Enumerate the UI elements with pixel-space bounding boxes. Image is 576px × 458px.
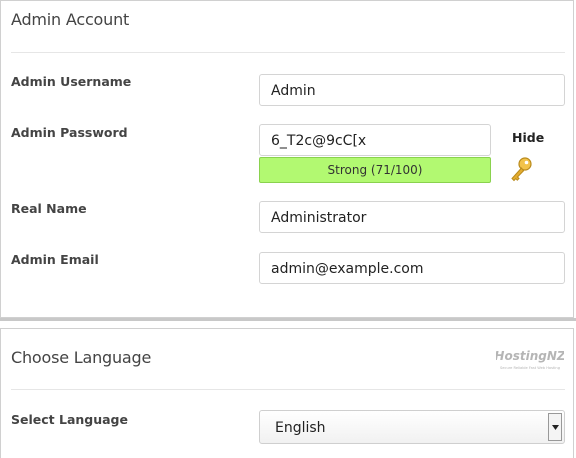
admin-email-input[interactable]: admin@example.com — [259, 252, 565, 284]
admin-account-title: Admin Account — [11, 10, 130, 29]
password-strength-meter: Strong (71/100) — [259, 157, 491, 183]
hide-password-toggle[interactable]: Hide — [512, 130, 544, 145]
dropdown-arrow-icon[interactable] — [548, 413, 562, 441]
choose-language-divider — [11, 389, 565, 390]
real-name-label: Real Name — [11, 201, 87, 216]
svg-text:HostingNZ: HostingNZ — [496, 349, 564, 363]
admin-account-divider — [11, 52, 565, 53]
language-select-value: English — [275, 420, 326, 436]
real-name-input[interactable]: Administrator — [259, 201, 565, 233]
key-icon[interactable] — [508, 156, 534, 184]
admin-username-label: Admin Username — [11, 74, 132, 89]
language-select[interactable]: English — [259, 410, 565, 444]
admin-email-label: Admin Email — [11, 252, 99, 267]
hostingnz-logo: HostingNZ Secure Reliable Fast Web Hosti… — [496, 349, 564, 370]
choose-language-title: Choose Language — [11, 348, 152, 367]
admin-password-label: Admin Password — [11, 125, 128, 140]
admin-username-input[interactable]: Admin — [259, 74, 565, 106]
svg-text:Secure Reliable Fast Web Hosti: Secure Reliable Fast Web Hosting — [500, 366, 560, 370]
select-language-label: Select Language — [11, 412, 128, 427]
section-separator — [0, 318, 576, 328]
admin-password-input[interactable]: 6_T2c@9cC[x — [259, 124, 491, 156]
